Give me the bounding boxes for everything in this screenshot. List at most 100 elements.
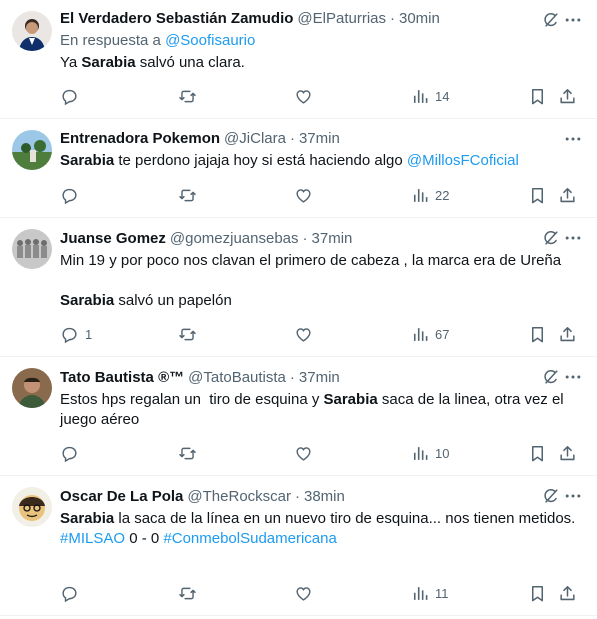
grok-icon[interactable] — [541, 228, 561, 248]
reply-prefix: En respuesta a — [60, 32, 166, 49]
retweet-button[interactable] — [178, 324, 197, 344]
reply-mention-link[interactable]: @Soofisaurio — [165, 32, 255, 49]
views-button[interactable]: 67 — [410, 324, 449, 344]
hashtag-link[interactable]: #ConmebolSudamericana — [163, 530, 336, 547]
action-bar: 1 67 — [60, 324, 597, 344]
bookmark-button[interactable] — [528, 324, 547, 344]
author-handle[interactable]: @gomezjuansebas — [170, 229, 299, 249]
author-name[interactable]: Oscar De La Pola — [60, 487, 183, 507]
avatar[interactable] — [12, 487, 52, 527]
views-button[interactable]: 22 — [410, 185, 449, 205]
more-icon[interactable] — [563, 367, 583, 387]
view-count: 10 — [435, 445, 450, 461]
author-handle[interactable]: @JiClara — [224, 129, 286, 149]
highlight-term: Sarabia — [323, 391, 378, 408]
action-bar: 10 — [60, 443, 597, 463]
reply-button[interactable] — [60, 583, 85, 603]
bookmark-icon — [528, 325, 547, 344]
separator-dot: · — [289, 369, 295, 386]
separator-dot: · — [295, 488, 300, 505]
author-handle[interactable]: @TatoBautista — [188, 368, 286, 388]
reply-button[interactable]: 1 — [60, 324, 92, 344]
reply-count: 1 — [85, 326, 93, 342]
more-icon[interactable] — [563, 228, 583, 248]
like-button[interactable] — [294, 324, 313, 344]
timestamp[interactable]: 37min — [312, 229, 353, 249]
grok-icon[interactable] — [541, 486, 561, 506]
avatar[interactable] — [12, 11, 52, 51]
text-segment: salvó un papelón — [114, 292, 232, 309]
action-bar: 11 — [60, 583, 597, 603]
share-button[interactable] — [558, 443, 577, 463]
bookmark-icon — [528, 186, 547, 205]
share-button[interactable] — [558, 185, 577, 205]
avatar[interactable] — [12, 368, 52, 408]
views-icon — [410, 325, 429, 344]
share-icon — [558, 186, 577, 205]
tweet-header: Oscar De La Pola @TheRockscar · 38min — [60, 487, 597, 507]
author-name[interactable]: Tato Bautista ®™ — [60, 368, 184, 388]
share-icon — [558, 444, 577, 463]
bookmark-button[interactable] — [528, 443, 547, 463]
bookmark-button[interactable] — [528, 583, 547, 603]
mention-link[interactable]: @MillosFCoficial — [407, 152, 519, 169]
retweet-button[interactable] — [178, 583, 197, 603]
views-button[interactable]: 14 — [410, 86, 449, 106]
timestamp[interactable]: 37min — [299, 129, 340, 149]
retweet-button[interactable] — [178, 443, 197, 463]
timestamp[interactable]: 38min — [304, 487, 345, 507]
bookmark-button[interactable] — [528, 86, 547, 106]
author-handle[interactable]: @ElPaturrias — [297, 9, 386, 29]
text-paragraph: #MILSAO 0 - 0 #ConmebolSudamericana — [60, 529, 577, 549]
separator-dot: · — [390, 10, 395, 27]
action-bar: 14 — [60, 86, 597, 106]
tweet[interactable]: Entrenadora Pokemon @JiClara · 37min Sar… — [0, 119, 597, 218]
views-button[interactable]: 10 — [410, 443, 449, 463]
text-segment: Ya — [60, 54, 82, 71]
text-paragraph: Min 19 y por poco nos clavan el primero … — [60, 252, 562, 269]
hashtag-link[interactable]: #MILSAO — [60, 530, 125, 547]
share-button[interactable] — [558, 324, 577, 344]
like-button[interactable] — [294, 185, 313, 205]
reply-button[interactable] — [60, 443, 85, 463]
highlight-term: Sarabia — [60, 510, 115, 527]
text-segment: te perdono jajaja hoy si está haciendo a… — [114, 152, 407, 169]
retweet-icon — [178, 584, 197, 603]
reply-button[interactable] — [60, 86, 85, 106]
like-button[interactable] — [294, 443, 313, 463]
timestamp[interactable]: 30min — [399, 9, 440, 29]
tweet[interactable]: Juanse Gomez @gomezjuansebas · 37min Min… — [0, 218, 597, 357]
like-button[interactable] — [294, 86, 313, 106]
grok-icon[interactable] — [541, 367, 561, 387]
author-handle[interactable]: @TheRockscar — [187, 487, 291, 507]
author-name[interactable]: Juanse Gomez — [60, 229, 166, 249]
views-button[interactable]: 11 — [410, 583, 449, 603]
view-count: 67 — [435, 326, 450, 342]
more-icon[interactable] — [563, 10, 583, 30]
more-icon[interactable] — [563, 486, 583, 506]
tweet-text: Min 19 y por poco nos clavan el primero … — [60, 251, 597, 311]
timestamp[interactable]: 37min — [299, 368, 340, 388]
tweet[interactable]: El Verdadero Sebastián Zamudio @ElPaturr… — [0, 0, 597, 119]
share-icon — [558, 584, 577, 603]
share-button[interactable] — [558, 86, 577, 106]
tweet[interactable]: Tato Bautista ®™ @TatoBautista · 37min E… — [0, 357, 597, 476]
retweet-button[interactable] — [178, 86, 197, 106]
like-button[interactable] — [294, 583, 313, 603]
grok-icon[interactable] — [541, 10, 561, 30]
bookmark-button[interactable] — [528, 185, 547, 205]
avatar[interactable] — [12, 130, 52, 170]
tweet-text: Sarabia te perdono jajaja hoy si está ha… — [60, 151, 597, 171]
avatar[interactable] — [12, 229, 52, 269]
heart-icon — [294, 325, 313, 344]
share-button[interactable] — [558, 583, 577, 603]
author-name[interactable]: Entrenadora Pokemon — [60, 129, 220, 149]
tweet-feed: El Verdadero Sebastián Zamudio @ElPaturr… — [0, 0, 597, 616]
share-icon — [558, 87, 577, 106]
more-icon[interactable] — [563, 129, 583, 149]
reply-button[interactable] — [60, 185, 85, 205]
author-name[interactable]: El Verdadero Sebastián Zamudio — [60, 9, 293, 29]
view-count: 11 — [435, 585, 449, 601]
tweet[interactable]: Oscar De La Pola @TheRockscar · 38min Sa… — [0, 476, 597, 616]
retweet-button[interactable] — [178, 185, 197, 205]
